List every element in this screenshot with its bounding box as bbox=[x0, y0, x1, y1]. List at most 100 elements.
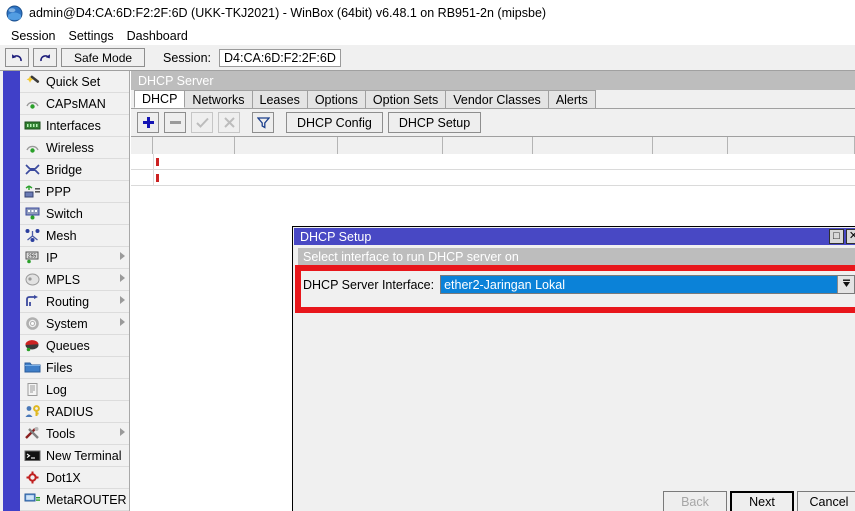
tab-option-sets[interactable]: Option Sets bbox=[364, 90, 447, 108]
sidebar-item-label: Tools bbox=[46, 426, 76, 441]
enable-button[interactable] bbox=[191, 112, 213, 133]
tab-dhcp[interactable]: DHCP bbox=[134, 90, 186, 108]
row-status-marker bbox=[156, 158, 159, 166]
sidebar-item-switch[interactable]: Switch bbox=[20, 203, 129, 225]
table-header-cell[interactable] bbox=[533, 137, 653, 154]
sidebar-item-label: Routing bbox=[46, 294, 90, 309]
terminal-icon bbox=[24, 448, 41, 463]
sidebar-item-mesh[interactable]: Mesh bbox=[20, 225, 129, 247]
sidebar-item-quick-set[interactable]: Quick Set bbox=[20, 71, 129, 93]
sidebar-item-ppp[interactable]: PPP bbox=[20, 181, 129, 203]
table-header-cell[interactable] bbox=[235, 137, 338, 154]
switch-icon bbox=[24, 206, 41, 221]
tools-icon bbox=[24, 426, 41, 441]
sidebar-item-interfaces[interactable]: Interfaces bbox=[20, 115, 129, 137]
sidebar-item-mpls[interactable]: MPLS bbox=[20, 269, 129, 291]
dhcp-server-interface-value[interactable]: ether2-Jaringan Lokal bbox=[441, 276, 837, 293]
interfaces-icon bbox=[24, 118, 41, 133]
sidebar-item-label: Quick Set bbox=[46, 74, 101, 89]
sidebar-item-label: Wireless bbox=[46, 140, 94, 155]
svg-text:255: 255 bbox=[28, 254, 37, 260]
redo-button[interactable] bbox=[33, 48, 57, 67]
undo-button[interactable] bbox=[5, 48, 29, 67]
tab-options[interactable]: Options bbox=[306, 90, 366, 108]
menu-item-settings[interactable]: Settings bbox=[63, 28, 121, 44]
sidebar-item-radius[interactable]: RADIUS bbox=[20, 401, 129, 423]
chevron-right-icon bbox=[120, 274, 125, 282]
redo-icon bbox=[38, 52, 52, 64]
menu-bar: Session Settings Dashboard bbox=[0, 26, 855, 45]
add-button[interactable] bbox=[137, 112, 159, 133]
remove-button[interactable] bbox=[164, 112, 186, 133]
chevron-down-icon[interactable] bbox=[837, 276, 854, 293]
sidebar-item-wireless[interactable]: Wireless bbox=[20, 137, 129, 159]
dot1x-icon bbox=[24, 470, 41, 485]
session-value[interactable]: D4:CA:6D:F2:2F:6D bbox=[219, 48, 341, 67]
menu-item-session[interactable]: Session bbox=[6, 28, 63, 44]
disable-button[interactable] bbox=[218, 112, 240, 133]
sidebar-item-routing[interactable]: Routing bbox=[20, 291, 129, 313]
sidebar-item-label: Log bbox=[46, 382, 67, 397]
table-header-cell[interactable] bbox=[653, 137, 728, 154]
safe-mode-button[interactable]: Safe Mode bbox=[61, 48, 146, 67]
tab-leases[interactable]: Leases bbox=[251, 90, 308, 108]
tab-vendor-classes[interactable]: Vendor Classes bbox=[445, 90, 549, 108]
chevron-right-icon bbox=[120, 318, 125, 326]
sidebar-item-label: System bbox=[46, 316, 88, 331]
check-icon bbox=[195, 116, 209, 129]
back-button[interactable]: Back bbox=[663, 491, 727, 511]
sidebar-item-queues[interactable]: Queues bbox=[20, 335, 129, 357]
table-header-cell[interactable] bbox=[153, 137, 235, 154]
dialog-titlebar[interactable]: DHCP Setup □ ✕ bbox=[294, 228, 855, 245]
dhcp-server-interface-row: DHCP Server Interface: ether2-Jaringan L… bbox=[303, 272, 855, 297]
sidebar-item-ip[interactable]: 255 IP bbox=[20, 247, 129, 269]
filter-button[interactable] bbox=[252, 112, 274, 133]
chevron-right-icon bbox=[120, 428, 125, 436]
bridge-icon bbox=[24, 162, 41, 177]
close-icon[interactable]: ✕ bbox=[846, 229, 855, 244]
dhcp-config-button[interactable]: DHCP Config bbox=[286, 112, 383, 133]
table-row[interactable] bbox=[131, 170, 855, 186]
dhcp-server-interface-combobox[interactable]: ether2-Jaringan Lokal bbox=[440, 275, 855, 294]
table-header-cell[interactable] bbox=[338, 137, 443, 154]
dialog-footer: Back Next Cancel bbox=[293, 491, 855, 511]
dialog-window-controls: □ ✕ bbox=[829, 229, 855, 244]
undo-icon bbox=[10, 52, 24, 64]
sidebar-item-dot1x[interactable]: Dot1X bbox=[20, 467, 129, 489]
sidebar-item-files[interactable]: Files bbox=[20, 357, 129, 379]
sidebar-item-tools[interactable]: Tools bbox=[20, 423, 129, 445]
funnel-icon bbox=[256, 116, 270, 129]
ip-icon: 255 bbox=[24, 250, 41, 265]
sidebar-item-capsman[interactable]: CAPsMAN bbox=[20, 93, 129, 115]
table-header-cell[interactable] bbox=[728, 137, 855, 154]
table-header-cell[interactable] bbox=[443, 137, 533, 154]
sidebar-item-new-terminal[interactable]: New Terminal bbox=[20, 445, 129, 467]
panel-toolbar: DHCP Config DHCP Setup bbox=[131, 109, 855, 136]
sidebar-item-log[interactable]: Log bbox=[20, 379, 129, 401]
minus-icon bbox=[169, 116, 182, 129]
dhcp-setup-dialog: DHCP Setup □ ✕ Select interface to run D… bbox=[292, 226, 855, 511]
cancel-button[interactable]: Cancel bbox=[797, 491, 855, 511]
cross-icon bbox=[223, 116, 236, 129]
menu-item-dashboard[interactable]: Dashboard bbox=[122, 28, 196, 44]
dhcp-server-interface-label: DHCP Server Interface: bbox=[303, 277, 435, 292]
tab-networks[interactable]: Networks bbox=[184, 90, 253, 108]
sidebar-item-label: Mesh bbox=[46, 228, 77, 243]
row-status-marker bbox=[156, 174, 159, 182]
main-toolbar: Safe Mode Session: D4:CA:6D:F2:2F:6D bbox=[0, 45, 855, 71]
sidebar-item-system[interactable]: System bbox=[20, 313, 129, 335]
maximize-icon[interactable]: □ bbox=[829, 229, 844, 244]
table-header-cell[interactable] bbox=[131, 137, 153, 154]
next-button[interactable]: Next bbox=[730, 491, 794, 511]
routing-icon bbox=[24, 294, 41, 309]
sidebar-item-label: CAPsMAN bbox=[46, 96, 106, 111]
tab-alerts[interactable]: Alerts bbox=[547, 90, 596, 108]
sidebar-item-metarouter[interactable]: MetaROUTER bbox=[20, 489, 129, 511]
sidebar-item-label: Queues bbox=[46, 338, 90, 353]
sidebar: Quick Set CAPsMAN Interfaces Wireless Br… bbox=[0, 71, 130, 511]
mpls-icon bbox=[24, 272, 41, 287]
metarouter-icon bbox=[24, 492, 41, 507]
sidebar-item-bridge[interactable]: Bridge bbox=[20, 159, 129, 181]
dhcp-setup-button[interactable]: DHCP Setup bbox=[387, 112, 482, 133]
table-row[interactable] bbox=[131, 154, 855, 170]
